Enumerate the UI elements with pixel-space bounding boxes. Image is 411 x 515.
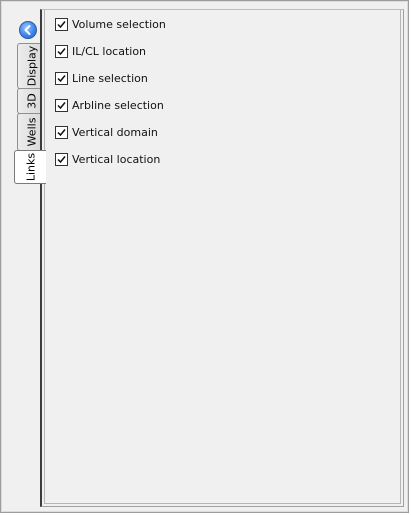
line-selection-checkbox-row[interactable]: Line selection <box>55 70 148 86</box>
links-settings-window: Display 3D Wells Links Volume selection <box>0 0 409 513</box>
back-arrow-icon[interactable] <box>19 21 37 39</box>
vertical-location-checkbox[interactable] <box>55 152 68 166</box>
il-cl-location-label: IL/CL location <box>72 44 147 58</box>
arbline-selection-checkbox[interactable] <box>55 98 68 112</box>
line-selection-label: Line selection <box>72 71 148 85</box>
arbline-selection-checkbox-row[interactable]: Arbline selection <box>55 97 164 113</box>
il-cl-location-checkbox[interactable] <box>55 44 68 58</box>
vertical-location-label: Vertical location <box>72 152 161 166</box>
volume-selection-checkbox[interactable] <box>55 17 68 31</box>
arbline-selection-label: Arbline selection <box>72 98 164 112</box>
il-cl-location-checkbox-row[interactable]: IL/CL location <box>55 43 146 59</box>
tab-3d-label: 3D <box>25 93 38 109</box>
vertical-domain-checkbox[interactable] <box>55 125 68 139</box>
tab-display-label: Display <box>25 45 38 87</box>
vertical-location-checkbox-row[interactable]: Vertical location <box>55 151 160 167</box>
tab-wells-label: Wells <box>25 117 38 147</box>
line-selection-checkbox[interactable] <box>55 71 68 85</box>
links-panel: Volume selection IL/CL location Line sel… <box>40 9 404 507</box>
vertical-domain-label: Vertical domain <box>72 125 158 139</box>
vertical-domain-checkbox-row[interactable]: Vertical domain <box>55 124 158 140</box>
tab-links-label: Links <box>24 152 37 182</box>
vertical-tab-strip: Display 3D Wells Links <box>5 5 46 509</box>
volume-selection-checkbox-row[interactable]: Volume selection <box>55 16 166 32</box>
volume-selection-label: Volume selection <box>72 17 166 31</box>
links-panel-inner: Volume selection IL/CL location Line sel… <box>44 10 401 504</box>
tab-links[interactable]: Links <box>14 150 46 184</box>
